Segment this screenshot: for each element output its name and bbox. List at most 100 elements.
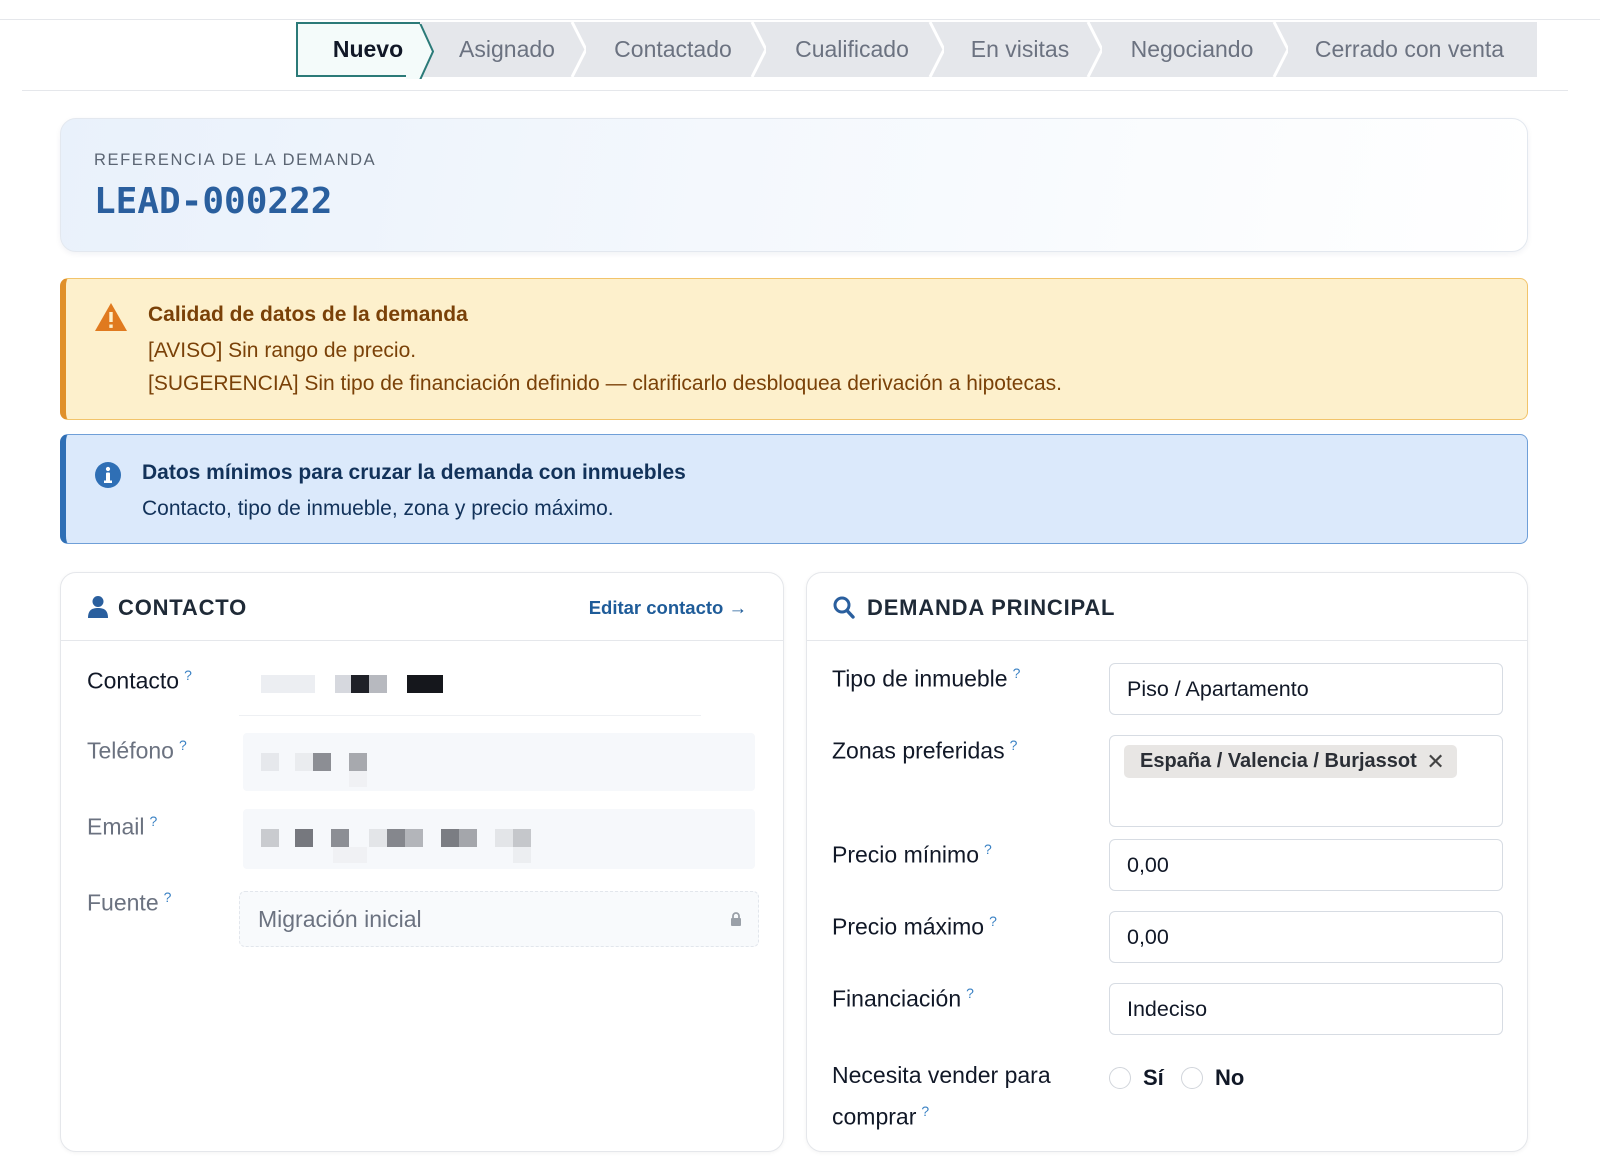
pixel-block bbox=[295, 829, 313, 847]
zona-tag: España / Valencia / Burjassot ✕ bbox=[1124, 745, 1457, 778]
zonas-tag-input[interactable]: España / Valencia / Burjassot ✕ bbox=[1109, 735, 1503, 827]
pixel-block bbox=[261, 753, 279, 771]
matching-info: Datos mínimos para cruzar la demanda con… bbox=[60, 434, 1528, 544]
pixel-block bbox=[349, 753, 367, 771]
reference-label: REFERENCIA DE LA DEMANDA bbox=[94, 151, 377, 169]
help-icon[interactable]: ? bbox=[184, 667, 192, 683]
stage-label: Cerrado con venta bbox=[1314, 36, 1505, 62]
stage-cerrado-con-venta[interactable]: Cerrado con venta bbox=[1274, 22, 1537, 77]
stage-negociando[interactable]: Negociando bbox=[1088, 22, 1288, 77]
telefono-label: Teléfono? bbox=[87, 737, 187, 765]
radio-si-label[interactable]: Sí bbox=[1143, 1065, 1164, 1091]
stage-separator bbox=[406, 24, 434, 79]
reference-value: LEAD-000222 bbox=[94, 181, 333, 222]
precio-min-input[interactable]: 0,00 bbox=[1109, 839, 1503, 891]
telefono-value-pixelated[interactable] bbox=[243, 733, 755, 791]
stage-separator bbox=[1074, 22, 1102, 77]
pixel-block bbox=[407, 675, 443, 693]
zonas-label: Zonas preferidas? bbox=[832, 737, 1017, 765]
label-text: Financiación bbox=[832, 985, 962, 1012]
stage-label: Asignado bbox=[459, 36, 555, 62]
search-icon bbox=[833, 596, 855, 619]
info-title: Datos mínimos para cruzar la demanda con… bbox=[142, 461, 686, 484]
pixel-block bbox=[261, 829, 279, 847]
contact-panel-title: CONTACTO bbox=[118, 595, 248, 620]
zona-tag-label: España / Valencia / Burjassot bbox=[1140, 750, 1417, 772]
row-divider bbox=[239, 715, 701, 716]
help-icon[interactable]: ? bbox=[966, 985, 974, 1001]
label-text: comprar bbox=[832, 1103, 917, 1130]
help-icon[interactable]: ? bbox=[1010, 737, 1018, 753]
radio-no-label[interactable]: No bbox=[1215, 1065, 1244, 1091]
edit-contact-link[interactable]: Editar contacto → bbox=[589, 597, 747, 619]
label-text: Fuente bbox=[87, 889, 159, 916]
pixel-block bbox=[513, 847, 531, 863]
email-label: Email? bbox=[87, 813, 157, 841]
stage-en-visitas[interactable]: En visitas bbox=[930, 22, 1102, 77]
stage-nuevo[interactable]: Nuevo bbox=[296, 22, 434, 79]
radio-si[interactable] bbox=[1109, 1067, 1131, 1089]
stage-contactado[interactable]: Contactado bbox=[572, 22, 766, 77]
stage-asignado[interactable]: Asignado bbox=[420, 22, 586, 77]
stage-label: Negociando bbox=[1130, 36, 1254, 62]
label-text: Contacto bbox=[87, 667, 180, 694]
status-bar: Nuevo Asignado Contactado Cualificado En… bbox=[296, 22, 1537, 79]
pixel-block bbox=[513, 829, 531, 847]
warning-icon bbox=[95, 303, 127, 331]
stage-label: Contactado bbox=[614, 36, 732, 62]
necesita-vender-label: Necesita vender para comprar? bbox=[832, 1057, 1051, 1135]
help-icon[interactable]: ? bbox=[921, 1103, 929, 1119]
pixel-block bbox=[333, 847, 367, 863]
stage-cualificado[interactable]: Cualificado bbox=[752, 22, 944, 77]
warning-line: [AVISO] Sin rango de precio. bbox=[148, 339, 417, 362]
pixel-block bbox=[335, 675, 351, 693]
warning-title: Calidad de datos de la demanda bbox=[148, 303, 468, 326]
demand-panel-header: DEMANDA PRINCIPAL bbox=[807, 573, 1527, 641]
pixel-block bbox=[295, 753, 313, 771]
help-icon[interactable]: ? bbox=[1013, 665, 1021, 681]
top-border bbox=[0, 0, 1600, 20]
lock-icon bbox=[731, 912, 741, 926]
info-text: Contacto, tipo de inmueble, zona y preci… bbox=[142, 497, 614, 520]
label-text: Precio mínimo bbox=[832, 841, 979, 868]
status-divider bbox=[22, 90, 1568, 91]
pixel-block bbox=[313, 753, 331, 771]
fuente-label: Fuente? bbox=[87, 889, 171, 917]
stage-label: Cualificado bbox=[795, 36, 909, 62]
precio-min-value: 0,00 bbox=[1127, 853, 1169, 877]
reference-card: REFERENCIA DE LA DEMANDA LEAD-000222 bbox=[60, 118, 1528, 252]
precio-max-label: Precio máximo? bbox=[832, 913, 997, 941]
demand-panel-title: DEMANDA PRINCIPAL bbox=[867, 595, 1116, 620]
help-icon[interactable]: ? bbox=[164, 889, 172, 905]
fuente-value: Migración inicial bbox=[258, 906, 422, 932]
precio-max-input[interactable]: 0,00 bbox=[1109, 911, 1503, 963]
data-quality-warning: Calidad de datos de la demanda [AVISO] S… bbox=[60, 278, 1528, 420]
user-icon bbox=[88, 596, 108, 618]
tipo-value: Piso / Apartamento bbox=[1127, 677, 1309, 701]
pixel-block bbox=[349, 771, 367, 787]
pixel-block bbox=[441, 829, 459, 847]
contact-panel: CONTACTO Editar contacto → Contacto? Tel… bbox=[60, 572, 784, 1152]
contacto-label: Contacto? bbox=[87, 667, 192, 695]
help-icon[interactable]: ? bbox=[179, 737, 187, 753]
email-value-pixelated[interactable] bbox=[243, 809, 755, 869]
financiacion-select[interactable]: Indeciso bbox=[1109, 983, 1503, 1035]
pixel-block bbox=[351, 675, 369, 693]
pixel-block bbox=[387, 829, 405, 847]
pixel-block bbox=[369, 675, 387, 693]
help-icon[interactable]: ? bbox=[989, 913, 997, 929]
pixel-block bbox=[261, 675, 315, 693]
help-icon[interactable]: ? bbox=[984, 841, 992, 857]
help-icon[interactable]: ? bbox=[150, 813, 158, 829]
pixel-block bbox=[331, 829, 349, 847]
label-text: Email bbox=[87, 813, 145, 840]
stage-separator bbox=[1260, 22, 1288, 77]
tipo-inmueble-select[interactable]: Piso / Apartamento bbox=[1109, 663, 1503, 715]
financiacion-value: Indeciso bbox=[1127, 997, 1208, 1021]
pixel-block bbox=[495, 829, 513, 847]
pixel-block bbox=[369, 829, 387, 847]
stage-label: Nuevo bbox=[332, 36, 404, 62]
remove-tag-icon[interactable]: ✕ bbox=[1426, 745, 1444, 778]
radio-no[interactable] bbox=[1181, 1067, 1203, 1089]
stage-label: En visitas bbox=[970, 36, 1070, 62]
